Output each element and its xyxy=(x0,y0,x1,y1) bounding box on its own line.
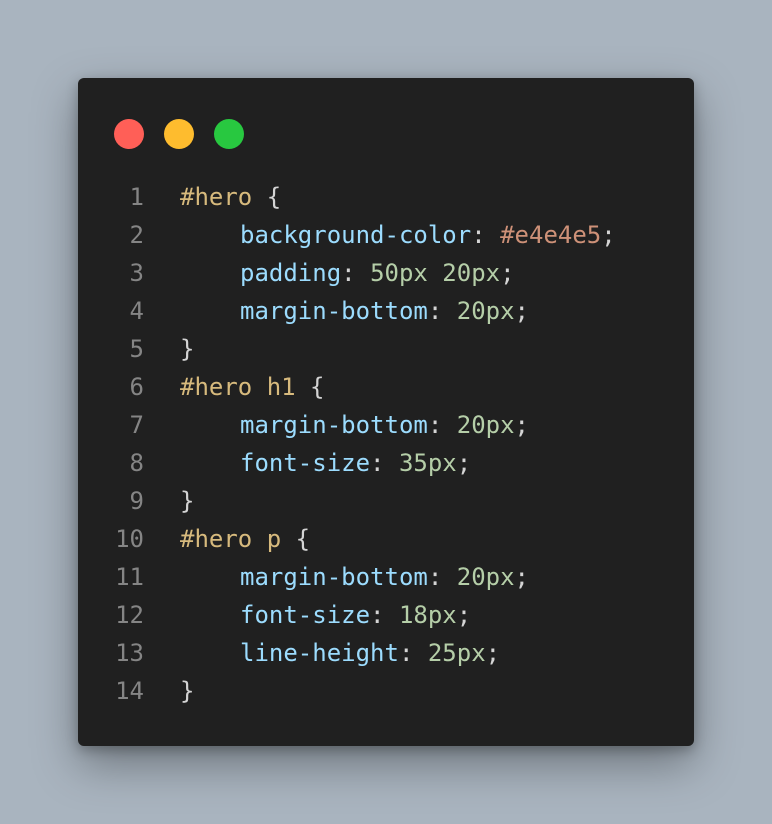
close-button[interactable] xyxy=(114,119,144,149)
code-line: 1 #hero { xyxy=(78,178,694,216)
code-line: 5} xyxy=(78,330,694,368)
code-line: 6 #hero h1 { xyxy=(78,368,694,406)
token-punct: ; xyxy=(456,449,472,477)
code-line: 8 font-size: 35px; xyxy=(78,444,694,482)
code-line: 10 #hero p { xyxy=(78,520,694,558)
line-number: 3 xyxy=(129,259,144,287)
token-punct: : xyxy=(341,259,371,287)
line-number: 4 xyxy=(129,297,144,325)
code-line: 2 background-color: #e4e4e5; xyxy=(78,216,694,254)
code-line: 7 margin-bottom: 20px; xyxy=(78,406,694,444)
token-property: margin-bottom xyxy=(240,297,428,325)
token-selector: #hero p xyxy=(180,525,282,553)
token-punct: : xyxy=(471,221,501,249)
line-number: 9 xyxy=(129,487,144,515)
token-property: font-size xyxy=(240,601,371,629)
token-number: 18px xyxy=(398,601,457,629)
code-content: margin-bottom: 20px; xyxy=(180,292,529,330)
token-property: padding xyxy=(240,259,342,287)
line-number: 14 xyxy=(115,677,144,705)
token-punct: ; xyxy=(514,563,529,591)
token-punct: : xyxy=(370,601,399,629)
line-number: 12 xyxy=(115,601,144,629)
token-brace: { xyxy=(281,525,311,553)
token-punct: ; xyxy=(500,259,515,287)
code-content: margin-bottom: 20px; xyxy=(180,406,529,444)
code-content: #hero p { xyxy=(180,520,310,558)
code-line: 14} xyxy=(78,672,694,710)
token-number: 20px xyxy=(456,297,515,325)
line-number: 2 xyxy=(129,221,144,249)
code-line: 13 line-height: 25px; xyxy=(78,634,694,672)
line-number: 8 xyxy=(129,449,144,477)
code-line: 4 margin-bottom: 20px; xyxy=(78,292,694,330)
token-property: line-height xyxy=(240,639,399,667)
line-number: 6 xyxy=(129,373,144,401)
code-content: #hero h1 { xyxy=(180,368,325,406)
code-content: font-size: 35px; xyxy=(180,444,471,482)
token-number: 20px xyxy=(456,411,515,439)
token-number: 20px xyxy=(456,563,515,591)
code-line: 11 margin-bottom: 20px; xyxy=(78,558,694,596)
line-number: 11 xyxy=(115,563,144,591)
token-brace: } xyxy=(180,677,195,705)
token-number: 35px xyxy=(398,449,457,477)
code-content: margin-bottom: 20px; xyxy=(180,558,529,596)
code-line: 3 padding: 50px 20px; xyxy=(78,254,694,292)
code-content: } xyxy=(180,482,194,520)
code-content: } xyxy=(180,672,194,710)
code-content: font-size: 18px; xyxy=(180,596,471,634)
token-punct: ; xyxy=(601,221,616,249)
maximize-button[interactable] xyxy=(214,119,244,149)
code-block: 1 #hero {2 background-color: #e4e4e5; 3 padd… xyxy=(78,178,694,710)
code-window: 1 #hero {2 background-color: #e4e4e5; 3 padd… xyxy=(78,78,694,746)
line-number: 5 xyxy=(129,335,144,363)
token-property: margin-bottom xyxy=(240,563,428,591)
code-content: } xyxy=(180,330,194,368)
code-content: #hero { xyxy=(180,178,281,216)
code-content: padding: 50px 20px; xyxy=(180,254,515,292)
token-selector: #hero xyxy=(180,183,253,211)
code-line: 12 font-size: 18px; xyxy=(78,596,694,634)
line-number: 1 xyxy=(129,183,144,211)
code-line: 9} xyxy=(78,482,694,520)
token-brace: } xyxy=(180,335,195,363)
token-number: 50px 20px xyxy=(370,259,501,287)
token-punct: ; xyxy=(514,297,529,325)
token-property: margin-bottom xyxy=(240,411,428,439)
token-selector: #hero h1 xyxy=(180,373,296,401)
minimize-button[interactable] xyxy=(164,119,194,149)
token-hex: #e4e4e5 xyxy=(500,221,602,249)
token-brace: { xyxy=(252,183,282,211)
token-property: font-size xyxy=(240,449,371,477)
token-punct: ; xyxy=(485,639,501,667)
token-punct: : xyxy=(427,411,457,439)
line-number: 10 xyxy=(115,525,144,553)
token-brace: { xyxy=(295,373,325,401)
token-property: background-color xyxy=(240,221,472,249)
token-punct: ; xyxy=(456,601,472,629)
code-content: background-color: #e4e4e5; xyxy=(180,216,616,254)
code-content: line-height: 25px; xyxy=(180,634,500,672)
window-controls xyxy=(114,119,244,149)
token-punct: : xyxy=(370,449,399,477)
token-brace: } xyxy=(180,487,195,515)
token-punct: ; xyxy=(514,411,529,439)
token-punct: : xyxy=(398,639,428,667)
line-number: 7 xyxy=(129,411,144,439)
line-number: 13 xyxy=(115,639,144,667)
token-punct: : xyxy=(427,563,457,591)
token-number: 25px xyxy=(427,639,486,667)
token-punct: : xyxy=(427,297,457,325)
